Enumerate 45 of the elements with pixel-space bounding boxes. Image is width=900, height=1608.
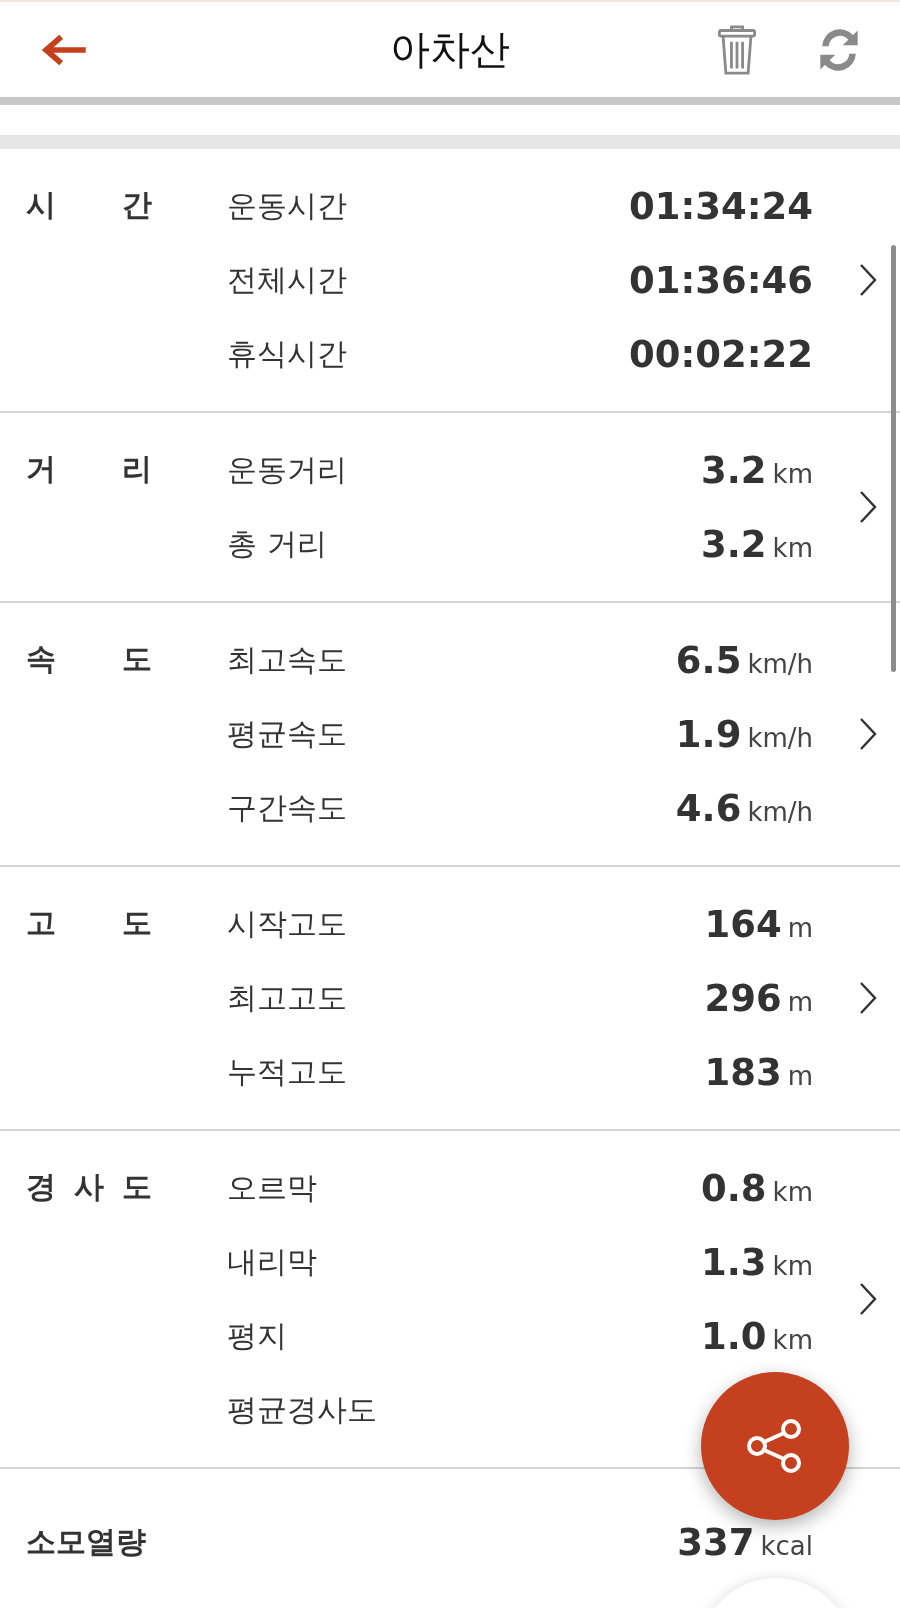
stat-value: 3.2 km bbox=[701, 522, 813, 566]
section-label: 시 간 bbox=[26, 186, 152, 224]
stat-label: 전체시간 bbox=[227, 260, 347, 299]
chevron-right-icon[interactable] bbox=[858, 490, 878, 524]
stat-value: 337 kcal bbox=[677, 1520, 813, 1564]
chevron-right-icon[interactable] bbox=[858, 981, 878, 1015]
stat-value: 01:34:24 bbox=[628, 184, 813, 228]
stat-label: 오르막 bbox=[227, 1168, 317, 1207]
stat-value: 4.6 km/h bbox=[675, 786, 813, 830]
page-title: 아차산 bbox=[389, 25, 511, 74]
stat-value: 164 m bbox=[704, 902, 813, 946]
chevron-right-icon[interactable] bbox=[858, 717, 878, 751]
section-label: 경 사 도 bbox=[26, 1168, 152, 1206]
stat-value: 183 m bbox=[704, 1050, 813, 1094]
stat-label: 평균경사도 bbox=[227, 1390, 377, 1429]
stat-label: 내리막 bbox=[227, 1242, 317, 1281]
share-button[interactable] bbox=[701, 1372, 849, 1520]
stat-value: 1.3 km bbox=[701, 1240, 813, 1284]
stat-label: 운동거리 bbox=[227, 450, 347, 489]
stat-value: 6.5 km/h bbox=[675, 638, 813, 682]
chevron-right-icon[interactable] bbox=[858, 1282, 878, 1316]
stat-label: 시작고도 bbox=[227, 904, 347, 943]
stat-value: 0.8 km bbox=[701, 1166, 813, 1210]
stat-label: 휴식시간 bbox=[227, 334, 347, 373]
stat-label: 누적고도 bbox=[227, 1052, 347, 1091]
stat-label: 평지 bbox=[227, 1316, 287, 1355]
stat-label: 최고속도 bbox=[227, 640, 347, 679]
trash-icon[interactable] bbox=[716, 23, 758, 76]
stat-value: 00:02:22 bbox=[628, 332, 813, 376]
chevron-right-icon[interactable] bbox=[858, 263, 878, 297]
section-label: 속 도 bbox=[26, 640, 152, 678]
stat-value: 01:36:46 bbox=[628, 258, 813, 302]
back-arrow-icon[interactable] bbox=[40, 32, 88, 67]
stat-value: 1.9 km/h bbox=[675, 712, 813, 756]
stat-label: 최고고도 bbox=[227, 978, 347, 1017]
stat-label: 운동시간 bbox=[227, 186, 347, 225]
stat-label: 총 거리 bbox=[227, 524, 327, 563]
section-label: 고 도 bbox=[26, 904, 152, 942]
stat-value: 3.2 km bbox=[701, 448, 813, 492]
stat-label: 평균속도 bbox=[227, 714, 347, 753]
stat-label: 구간속도 bbox=[227, 788, 347, 827]
stat-value: 1.0 km bbox=[701, 1314, 813, 1358]
section-label: 거 리 bbox=[26, 450, 152, 488]
section-label: 소모열량 bbox=[26, 1523, 146, 1561]
stat-value: 296 m bbox=[704, 976, 813, 1020]
